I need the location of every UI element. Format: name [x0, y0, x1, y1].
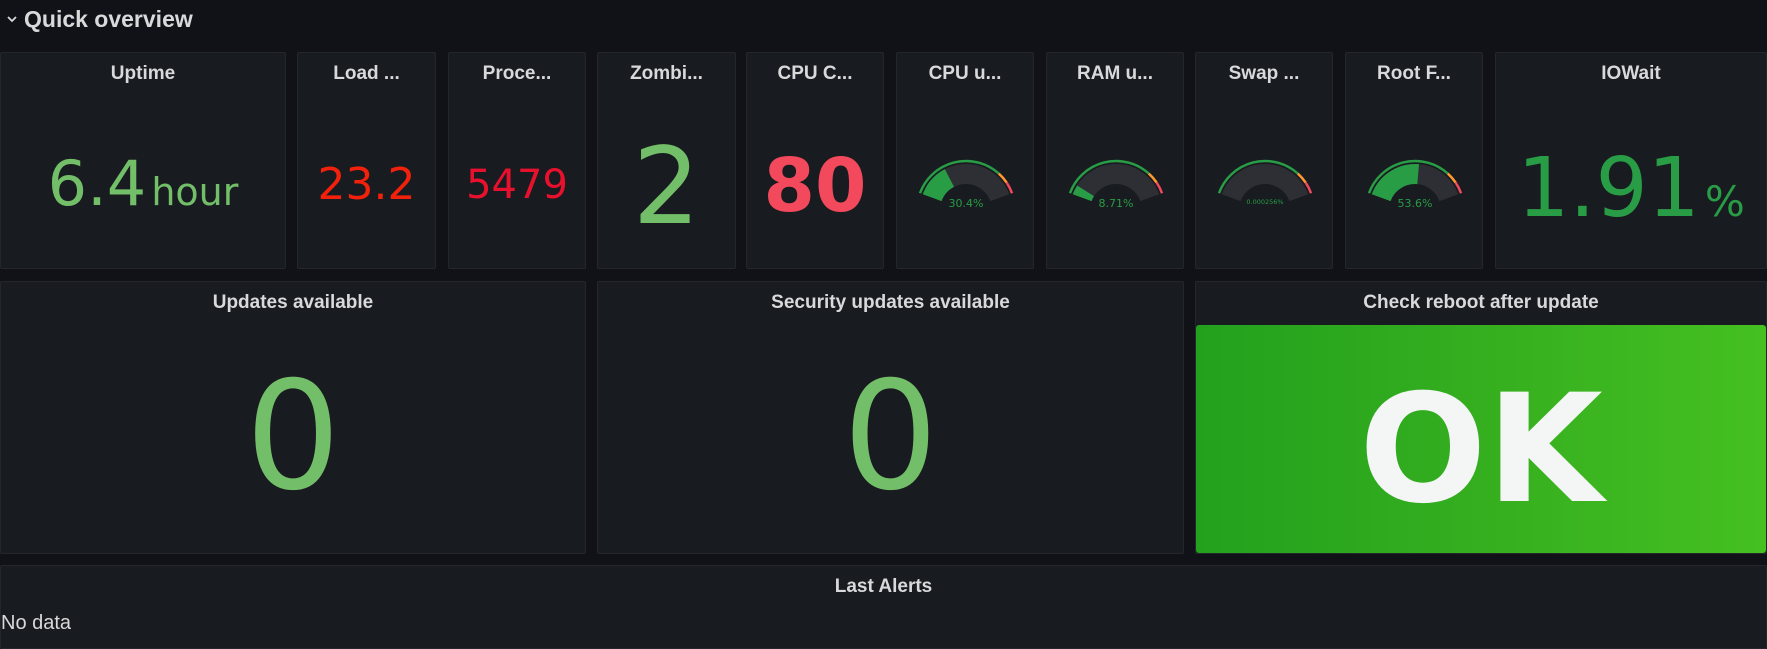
gauge-label: 53.6%: [1398, 197, 1433, 210]
stat-value: 1.91 %: [1496, 141, 1766, 236]
chevron-down-icon: [6, 13, 18, 25]
panel-last-alerts[interactable]: Last Alerts No data: [0, 565, 1767, 649]
panel-processes[interactable]: Proce... 5479: [448, 52, 586, 269]
stat-value: 0: [842, 350, 939, 524]
panel-title: Updates available: [212, 292, 374, 313]
panel-title: Security updates available: [771, 292, 1010, 313]
panel-title: Check reboot after update: [1363, 292, 1599, 313]
gauge-chart: 0.000256%: [1217, 159, 1313, 206]
stat-value: 80: [763, 143, 867, 229]
row-title: Quick overview: [24, 5, 193, 32]
gauge-value-arc: [1072, 185, 1095, 202]
panel-iowait[interactable]: IOWait 1.91 %: [1495, 52, 1767, 269]
no-data-text: No data: [1, 612, 72, 634]
panel-zombies[interactable]: Zombi... 2: [597, 52, 736, 269]
panel-uptime[interactable]: Uptime 6.4 hour: [0, 52, 286, 269]
panel-title: Last Alerts: [834, 576, 933, 597]
stat-unit: hour: [151, 170, 239, 214]
panel-title: Zombi...: [630, 63, 703, 84]
stat-value: 6.4 hour: [1, 147, 285, 220]
stat-unit: %: [1704, 177, 1745, 226]
panel-updates-available[interactable]: Updates available 0: [0, 281, 586, 554]
stat-value: 2: [632, 125, 701, 248]
panel-title: Uptime: [110, 63, 176, 84]
panel-check-reboot[interactable]: Check reboot after update OK: [1195, 281, 1767, 554]
panel-load[interactable]: Load ... 23.2: [297, 52, 436, 269]
panel-title: CPU C...: [777, 63, 853, 84]
status-value: OK: [1359, 363, 1603, 537]
row-header-quick-overview[interactable]: Quick overview: [0, 0, 1767, 38]
panel-title: Proce...: [482, 63, 552, 84]
stat-value: 5479: [466, 162, 568, 208]
gauge-chart: 30.4%: [918, 159, 1014, 210]
status-background: OK: [1196, 325, 1766, 553]
gauge-label: 8.71%: [1099, 197, 1134, 210]
gauge-label: 30.4%: [949, 197, 984, 210]
stat-value: 23.2: [317, 159, 416, 210]
panel-ram-usage[interactable]: RAM u... 8.71%: [1046, 52, 1184, 269]
gauge-value-arc: [1371, 164, 1420, 202]
gauge-value-arc: [922, 169, 955, 202]
stat-number: 1.91: [1517, 141, 1700, 236]
panel-security-updates[interactable]: Security updates available 0: [597, 281, 1184, 554]
panel-swap-usage[interactable]: Swap ... 0.000256%: [1195, 52, 1333, 269]
panel-title: Load ...: [333, 63, 400, 84]
gauge-chart: 53.6%: [1367, 159, 1463, 210]
stat-value: 0: [245, 350, 341, 524]
panel-root-fs[interactable]: Root F... 53.6%: [1345, 52, 1483, 269]
panel-title: IOWait: [1601, 63, 1661, 84]
panel-cpu-usage[interactable]: CPU u... 30.4%: [896, 52, 1034, 269]
stat-number: 6.4: [47, 147, 147, 220]
gauge-chart: 8.71%: [1068, 159, 1164, 210]
gauge-label: 0.000256%: [1246, 198, 1283, 206]
panel-cpu-cores[interactable]: CPU C... 80: [746, 52, 884, 269]
